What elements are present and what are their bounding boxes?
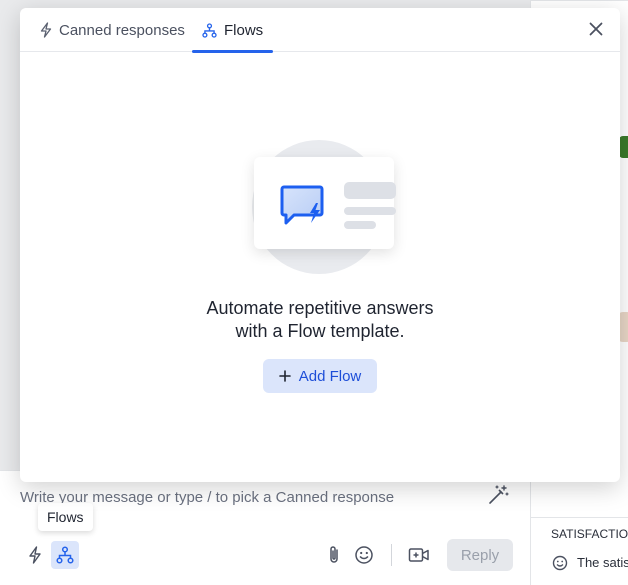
modal-tabs: Canned responses Flows <box>20 8 620 53</box>
lightning-icon <box>29 546 41 564</box>
flows-tooltip: Flows <box>38 503 93 531</box>
add-flow-label: Add Flow <box>298 367 362 385</box>
tab-label: Flows <box>224 21 264 39</box>
paperclip-icon <box>330 546 338 563</box>
lightning-icon <box>40 22 52 38</box>
flow-icon <box>202 22 217 38</box>
smiley-icon <box>552 555 568 571</box>
tab-flows[interactable]: Flows <box>191 8 274 53</box>
video-add-icon <box>408 548 429 562</box>
toolbar-divider <box>391 544 392 566</box>
empty-state-title: Automate repetitive answers with a Flow … <box>206 298 434 341</box>
emoji-button[interactable] <box>350 541 378 569</box>
add-flow-button[interactable]: Add Flow <box>263 359 377 393</box>
reply-button[interactable]: Reply <box>447 539 513 571</box>
video-button[interactable] <box>405 541 433 569</box>
empty-state-illustration <box>252 140 396 284</box>
close-button[interactable] <box>586 19 606 39</box>
thumbnail-image <box>619 136 628 158</box>
satisfaction-heading: SATISFACTION <box>551 527 628 541</box>
flows-modal: Canned responses Flows Automate repetiti… <box>20 8 620 482</box>
tab-label: Canned responses <box>59 21 185 39</box>
magic-wand-icon[interactable] <box>486 483 510 507</box>
tab-canned-responses[interactable]: Canned responses <box>40 8 185 52</box>
smiley-icon <box>355 546 373 564</box>
flows-button[interactable] <box>51 541 79 569</box>
canned-responses-button[interactable] <box>21 541 49 569</box>
close-icon <box>589 22 603 36</box>
plus-icon <box>278 370 291 382</box>
chat-lightning-icon <box>280 185 324 225</box>
satisfaction-text: The satis <box>577 555 628 570</box>
flow-icon <box>56 546 74 564</box>
attach-button[interactable] <box>320 541 348 569</box>
